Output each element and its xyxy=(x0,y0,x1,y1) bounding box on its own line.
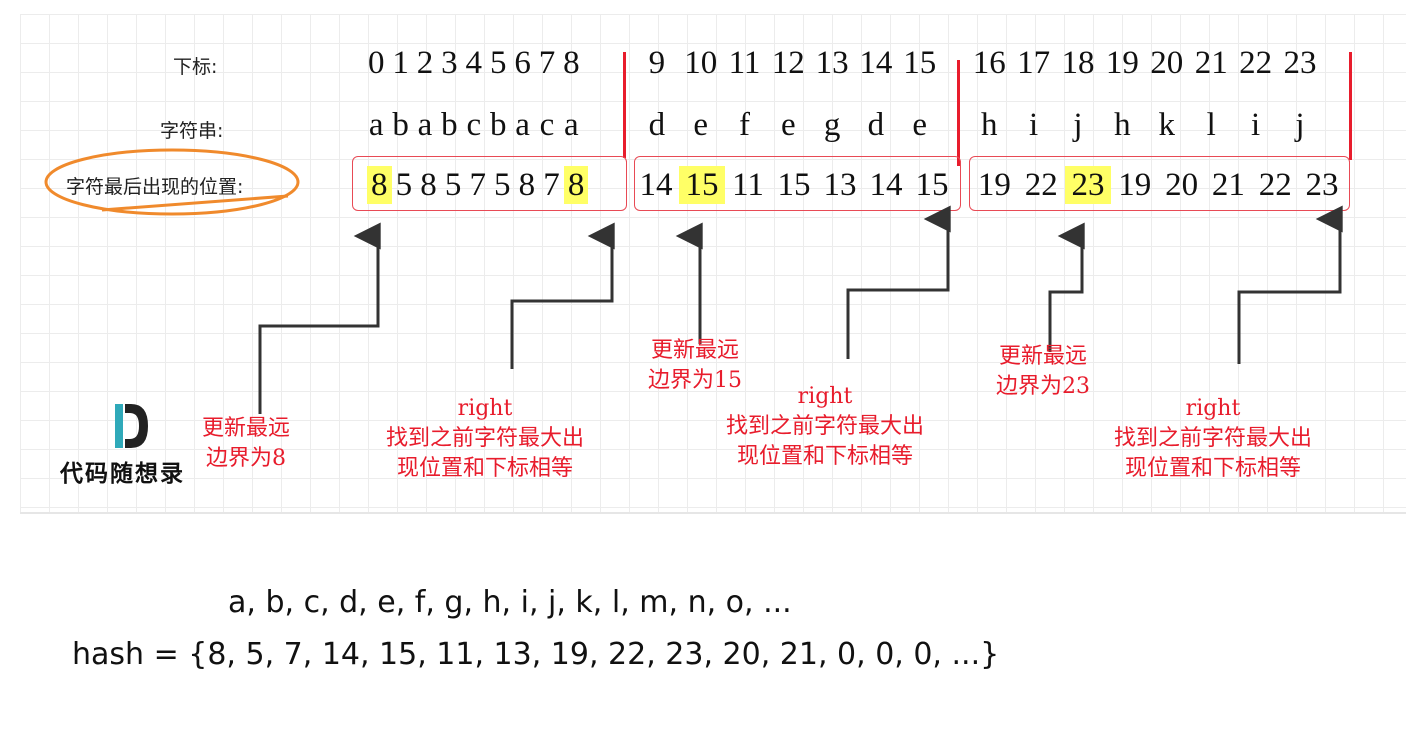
annotation-update-8: 更新最远 边界为8 xyxy=(202,416,291,471)
annotation-right-3: right 找到之前字符最大出 现位置和下标相等 xyxy=(1114,396,1313,481)
logo-d-icon xyxy=(115,404,148,448)
hash-keys: a, b, c, d, e, f, g, h, i, j, k, l, m, n… xyxy=(228,585,792,620)
annotation-update-23: 更新最远 边界为23 xyxy=(996,344,1090,399)
arrow-right-1 xyxy=(510,222,615,369)
annotation-right-1: right 找到之前字符最大出 现位置和下标相等 xyxy=(386,396,585,481)
arrow-right-3 xyxy=(1237,205,1343,364)
logo-text: 代码随想录 xyxy=(60,460,185,487)
partition-diagram: 下标: 字符串: 字符最后出现的位置: 0 1 2 3 4 5 6 7 8 9 10 11 12 13 14… xyxy=(20,14,1406,514)
hash-values: hash = {8, 5, 7, 14, 15, 11, 13, 19, 22,… xyxy=(72,637,1000,672)
annotation-right-2: right 找到之前字符最大出 现位置和下标相等 xyxy=(726,384,925,469)
arrow-update-8 xyxy=(258,222,381,414)
arrow-update-23 xyxy=(1048,222,1085,352)
arrow-right-2 xyxy=(846,205,951,359)
